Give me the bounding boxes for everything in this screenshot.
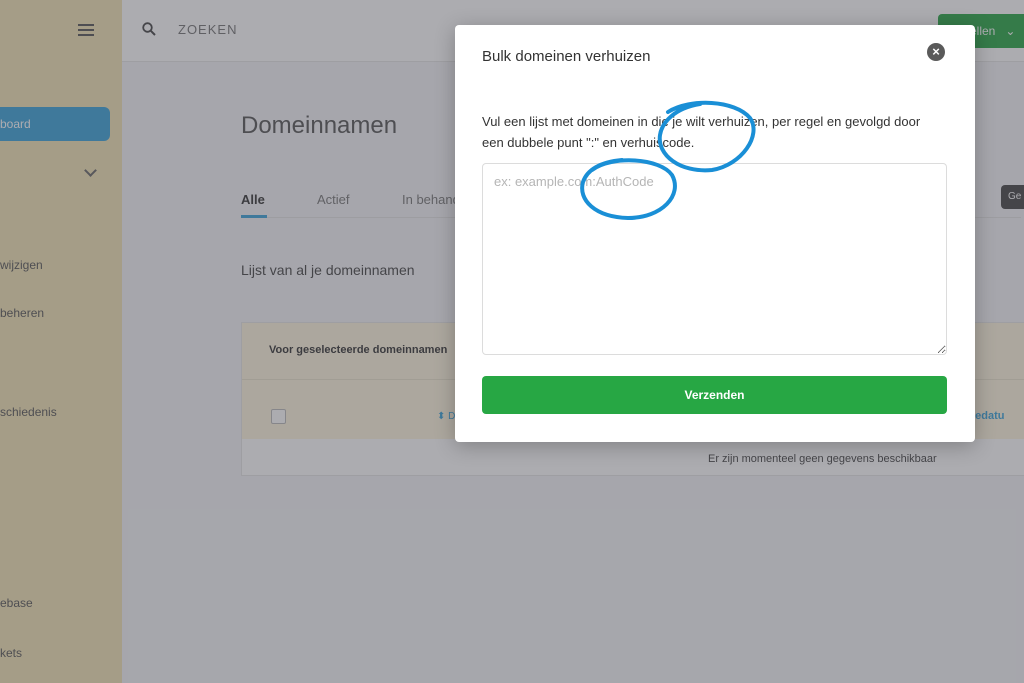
- bulk-transfer-modal: Bulk domeinen verhuizen × Vul een lijst …: [455, 25, 975, 442]
- modal-title: Bulk domeinen verhuizen: [482, 48, 651, 65]
- close-icon[interactable]: ×: [927, 43, 945, 61]
- modal-description: Vul een lijst met domeinen in die je wil…: [482, 114, 921, 150]
- domains-textarea[interactable]: [482, 163, 947, 355]
- submit-button[interactable]: Verzenden: [482, 376, 947, 414]
